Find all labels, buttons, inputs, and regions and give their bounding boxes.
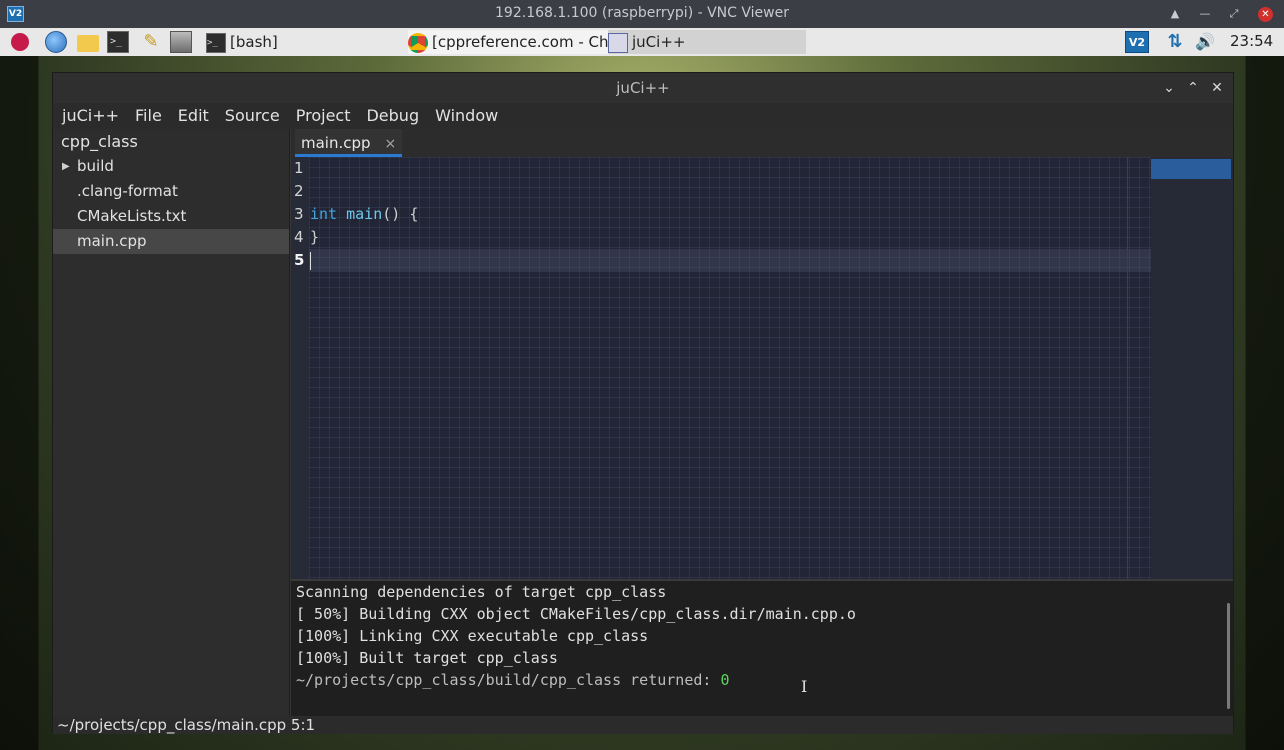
return-code: 0 <box>720 671 730 689</box>
terminal-line: Scanning dependencies of target cpp_clas… <box>296 583 667 601</box>
close-icon[interactable]: ✕ <box>1207 78 1227 98</box>
text-cursor <box>310 251 311 270</box>
chromium-icon <box>408 32 428 53</box>
expand-arrow-icon[interactable]: ▶ <box>62 154 70 179</box>
terminal-line: [100%] Built target cpp_class <box>296 649 558 667</box>
status-bar: ~/projects/cpp_class/main.cpp 5:1 <box>53 716 1233 734</box>
vnc-close-button[interactable]: ✕ <box>1258 7 1273 22</box>
menu-file[interactable]: File <box>127 103 170 129</box>
volume-icon[interactable]: 🔊 <box>1193 31 1217 53</box>
mouse-ibeam-cursor-icon: I <box>801 677 808 696</box>
tree-item-main-cpp[interactable]: main.cpp <box>53 229 289 254</box>
function-token: main <box>346 205 383 223</box>
vnc-toolbar-toggle-icon[interactable]: ▲ <box>1165 4 1185 24</box>
text-editor-icon[interactable]: ✎ <box>140 31 162 53</box>
maximize-chevron-up-icon[interactable]: ⌃ <box>1183 78 1203 98</box>
terminal-line: [ 50%] Building CXX object CMakeFiles/cp… <box>296 605 856 623</box>
menubar: juCi++ File Edit Source Project Debug Window <box>53 103 1233 129</box>
tree-item-label: main.cpp <box>77 232 147 250</box>
window-title: juCi++ <box>616 79 670 97</box>
tree-item-label: .clang-format <box>77 182 178 200</box>
clock[interactable]: 23:54 <box>1230 32 1273 50</box>
window-titlebar[interactable]: juCi++ ⌄ ⌃ ✕ <box>53 73 1233 103</box>
line-number: 3 <box>294 205 304 223</box>
editor-area: main.cpp × 1 2 3 4 5 int main() { } <box>291 129 1233 579</box>
terminal-scrollbar[interactable] <box>1227 603 1230 709</box>
line-number: 2 <box>294 182 304 200</box>
task-bash[interactable]: >_ [bash] <box>206 30 396 54</box>
terminal-icon: >_ <box>206 32 226 53</box>
return-text: ~/projects/cpp_class/build/cpp_class ret… <box>296 671 721 689</box>
vnc-window-title: 192.168.1.100 (raspberrypi) - VNC Viewer <box>495 5 789 21</box>
tab-main-cpp[interactable]: main.cpp × <box>295 129 403 157</box>
code-token: () { <box>382 205 419 223</box>
vnc-restore-button[interactable]: ⤢ <box>1224 4 1244 24</box>
system-monitor-icon[interactable] <box>170 31 192 53</box>
task-label: [cppreference.com - Ch... <box>432 33 608 51</box>
menu-edit[interactable]: Edit <box>170 103 217 129</box>
minimize-chevron-down-icon[interactable]: ⌄ <box>1159 78 1179 98</box>
tree-root-folder[interactable]: cpp_class <box>53 129 289 154</box>
task-label: [bash] <box>230 33 278 51</box>
tab-close-icon[interactable]: × <box>385 136 397 152</box>
line-number-gutter: 1 2 3 4 5 <box>291 157 309 579</box>
tree-item-build[interactable]: ▶ build <box>53 154 289 179</box>
task-label: juCi++ <box>632 33 686 51</box>
minimap[interactable] <box>1151 157 1233 579</box>
terminal-return-line: ~/projects/cpp_class/build/cpp_class ret… <box>291 669 1233 691</box>
line-number: 5 <box>294 251 305 269</box>
tree-item-label: build <box>77 157 114 175</box>
taskbar: >_ ✎ >_ [bash] [cppreference.com - Ch... … <box>0 28 1284 56</box>
tab-bar: main.cpp × <box>291 129 1233 157</box>
code-line-current <box>309 249 1151 272</box>
terminal-icon[interactable]: >_ <box>107 31 129 53</box>
code-line: } <box>310 228 320 246</box>
menu-source[interactable]: Source <box>217 103 288 129</box>
line-number: 4 <box>294 228 304 246</box>
menu-debug[interactable]: Debug <box>358 103 427 129</box>
vnc-titlebar: V2 192.168.1.100 (raspberrypi) - VNC Vie… <box>0 0 1284 28</box>
window-icon <box>608 32 628 53</box>
terminal-output[interactable]: Scanning dependencies of target cpp_clas… <box>291 579 1233 716</box>
right-margin-ruler <box>1127 157 1128 579</box>
menu-project[interactable]: Project <box>288 103 359 129</box>
task-juci[interactable]: juCi++ <box>608 30 806 54</box>
code-editor[interactable]: int main() { } <box>309 157 1151 579</box>
menu-juci[interactable]: juCi++ <box>53 103 127 129</box>
tree-item-clang-format[interactable]: .clang-format <box>53 179 289 204</box>
task-cppreference[interactable]: [cppreference.com - Ch... <box>408 30 608 54</box>
keyword-token: int <box>310 205 338 223</box>
raspberry-menu-icon[interactable] <box>11 33 29 51</box>
code-view: 1 2 3 4 5 int main() { } <box>291 157 1233 579</box>
file-tree: cpp_class ▶ build .clang-format CMakeList… <box>53 129 290 716</box>
tree-item-label: CMakeLists.txt <box>77 207 187 225</box>
vnc-minimize-button[interactable]: — <box>1195 4 1215 24</box>
line-number: 1 <box>294 159 304 177</box>
file-manager-icon[interactable] <box>77 35 99 52</box>
menu-window[interactable]: Window <box>427 103 506 129</box>
terminal-line: [100%] Linking CXX executable cpp_class <box>296 627 649 645</box>
code-line: int main() { <box>309 203 1151 226</box>
web-browser-icon[interactable] <box>45 31 67 53</box>
tab-label: main.cpp <box>301 134 371 152</box>
vnc-tray-icon[interactable]: V2 <box>1125 31 1149 53</box>
minimap-viewport[interactable] <box>1151 159 1231 179</box>
juci-window: juCi++ ⌄ ⌃ ✕ juCi++ File Edit Source Project… <box>52 72 1234 734</box>
tree-item-cmakelists[interactable]: CMakeLists.txt <box>53 204 289 229</box>
network-icon[interactable]: ⇅ <box>1163 31 1187 53</box>
